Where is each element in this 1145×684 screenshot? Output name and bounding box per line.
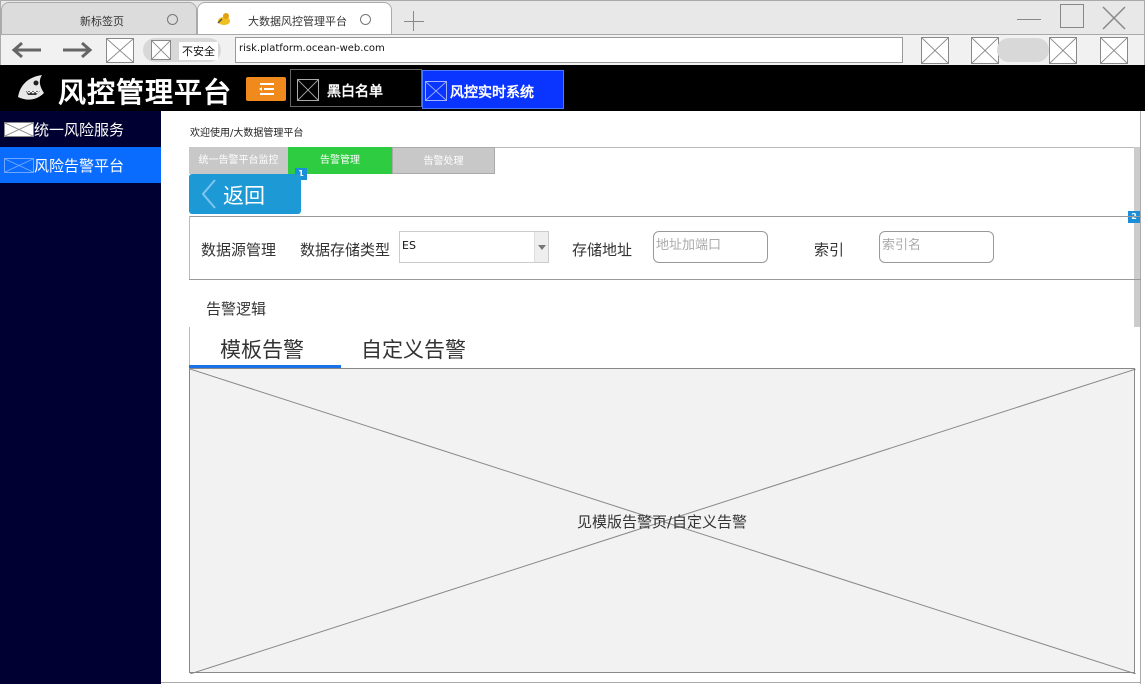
datasource-section-label: 数据源管理	[201, 241, 277, 259]
nav-item-label: 风控实时系统	[450, 85, 534, 101]
tab-close-icon[interactable]	[360, 14, 371, 25]
browser-nav-bar: 不安全 risk.platform.ocean-web.com	[0, 34, 1145, 65]
browser-tab-title: 新标签页	[80, 15, 124, 28]
sidebar-item-label: 风险告警平台	[34, 157, 125, 175]
breadcrumb: 欢迎使用/大数据管理平台	[190, 128, 304, 139]
profile-pill[interactable]	[997, 38, 1049, 62]
browser-tab-new[interactable]: 新标签页	[1, 2, 197, 35]
extension-icon[interactable]	[971, 37, 999, 64]
favicon-icon	[216, 11, 232, 27]
risk-service-icon	[4, 122, 34, 137]
index-input[interactable]	[882, 238, 991, 253]
sidebar-item-label: 统一风险服务	[34, 121, 125, 139]
storage-type-label: 数据存储类型	[300, 241, 391, 259]
tab-alert-monitor[interactable]: 统一告警平台监控	[189, 147, 288, 174]
chevron-down-icon	[534, 232, 548, 262]
outdent-icon	[259, 83, 274, 95]
divider	[189, 216, 190, 280]
bookmark-icon[interactable]	[921, 37, 949, 64]
storage-address-label: 存储地址	[572, 241, 633, 259]
tab-template-alert[interactable]: 模板告警	[220, 334, 304, 364]
minimize-icon[interactable]	[1017, 5, 1043, 29]
tab-alert-handling[interactable]: 告警处理	[392, 147, 495, 174]
security-indicator[interactable]: 不安全	[143, 38, 221, 62]
content-border	[161, 682, 1141, 683]
storage-address-input[interactable]	[656, 238, 765, 253]
reload-icon[interactable]	[106, 38, 134, 63]
sidebar: 统一风险服务 风险告警平台	[0, 111, 161, 684]
alert-content-placeholder: 见模版告警页/自定义告警	[189, 368, 1136, 674]
nav-item-blacklist[interactable]: 黑白名单	[290, 69, 422, 107]
back-button[interactable]: 返回	[189, 174, 301, 214]
divider	[189, 216, 1141, 217]
browser-tab-active[interactable]: 大数据风控管理平台	[197, 2, 392, 35]
risk-alert-icon	[4, 158, 34, 173]
close-window-icon[interactable]	[1101, 5, 1127, 30]
nav-item-realtime[interactable]: 风控实时系统	[422, 70, 564, 109]
index-field[interactable]	[879, 231, 994, 263]
storage-address-field[interactable]	[653, 231, 768, 263]
storage-type-value: ES	[402, 239, 416, 252]
storage-type-select[interactable]: ES	[399, 231, 549, 263]
index-label: 索引	[814, 241, 845, 259]
profile-icon[interactable]	[1049, 37, 1077, 64]
realtime-icon	[425, 81, 447, 101]
sidebar-item-risk-service[interactable]: 统一风险服务	[0, 111, 161, 147]
app-header: 风控管理平台 黑白名单 风控实时系统	[0, 65, 1145, 111]
browser-tab-bar: 新标签页 大数据风控管理平台	[0, 0, 1145, 35]
sidebar-item-risk-alert[interactable]: 风险告警平台	[0, 147, 161, 183]
divider	[189, 279, 1141, 280]
app-title: 风控管理平台	[58, 76, 233, 109]
security-label: 不安全	[179, 42, 218, 60]
divider	[189, 327, 190, 368]
menu-toggle-button[interactable]	[246, 77, 286, 101]
chevron-left-icon	[201, 179, 216, 209]
menu-icon[interactable]	[1100, 37, 1128, 64]
address-bar[interactable]: risk.platform.ocean-web.com	[235, 37, 903, 63]
scrollbar[interactable]	[1134, 147, 1140, 327]
tab-close-icon[interactable]	[167, 14, 178, 25]
tab-custom-alert[interactable]: 自定义告警	[361, 334, 466, 364]
placeholder-text: 见模版告警页/自定义告警	[576, 513, 748, 531]
browser-tab-title: 大数据风控管理平台	[248, 15, 347, 28]
alert-logic-title: 告警逻辑	[206, 300, 267, 318]
maximize-icon[interactable]	[1060, 4, 1084, 28]
shark-logo-icon	[14, 71, 48, 105]
url-text: risk.platform.ocean-web.com	[239, 43, 385, 54]
blacklist-icon	[297, 79, 319, 101]
forward-arrow-icon[interactable]	[61, 41, 93, 59]
content-border	[1140, 111, 1141, 684]
back-arrow-icon[interactable]	[11, 41, 43, 59]
nav-item-label: 黑白名单	[327, 84, 383, 100]
new-tab-icon[interactable]	[404, 11, 424, 31]
site-info-icon	[151, 40, 171, 60]
annotation-badge: 2	[1128, 211, 1140, 223]
back-label: 返回	[223, 184, 265, 208]
